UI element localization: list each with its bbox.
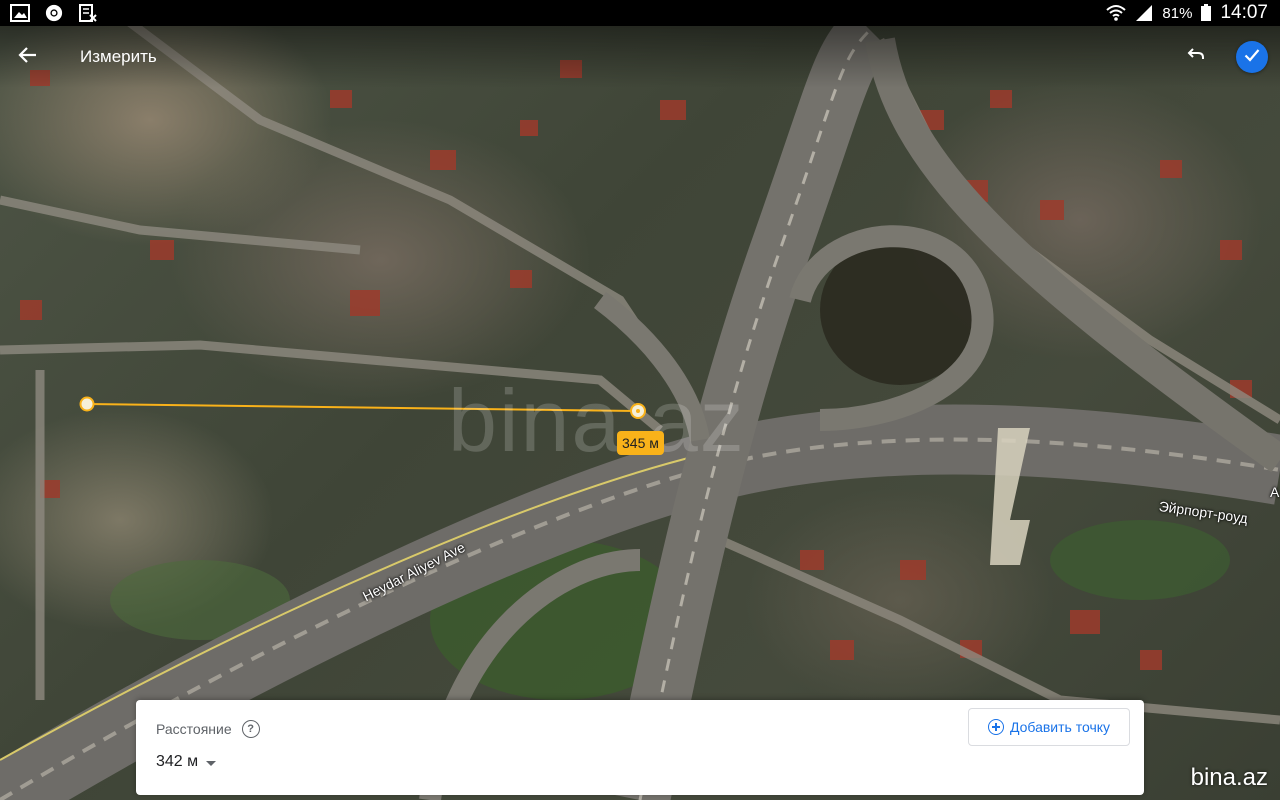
add-circle-icon [987,719,1004,735]
app-bar: Измерить [0,26,1280,88]
clock: 14:07 [1220,2,1268,23]
chrome-icon [44,4,64,22]
undo-icon [1187,47,1205,66]
file-excel-icon [78,4,98,22]
caret-down-icon [206,760,217,766]
distance-label: Расстояние [156,721,232,737]
back-button[interactable] [4,33,52,81]
status-bar: 81% 14:07 [0,0,1280,26]
watermark-center: bina.az [448,371,746,470]
wifi-icon [1106,4,1127,22]
add-point-label: Добавить точку [1009,719,1111,735]
signal-icon [1134,4,1154,22]
battery-icon [1200,4,1212,22]
screen: bina.az Heydar Aliyev Ave Эйрпорт-роуд A… [0,0,1280,800]
confirm-button[interactable] [1236,41,1268,73]
undo-button[interactable] [1176,36,1216,76]
distance-sheet: Расстояние ? 342 м Добавить точку [136,700,1144,795]
gallery-icon [10,4,30,22]
watermark-corner: bina.az [1190,764,1268,791]
segment-distance-label: 345 м [617,431,664,455]
distance-value: 342 м [156,753,199,770]
page-title: Измерить [80,47,157,66]
measure-point-start[interactable] [79,396,95,412]
help-circle-icon[interactable]: ? [241,720,260,738]
check-icon [1244,48,1260,67]
road-label-a: A [1270,484,1280,500]
add-point-button[interactable]: Добавить точку [968,708,1130,746]
battery-percent: 81% [1162,4,1193,22]
distance-unit-dropdown[interactable]: 342 м [156,753,217,771]
distance-label-row: Расстояние ? [156,720,260,738]
arrow-left-icon [18,45,38,70]
